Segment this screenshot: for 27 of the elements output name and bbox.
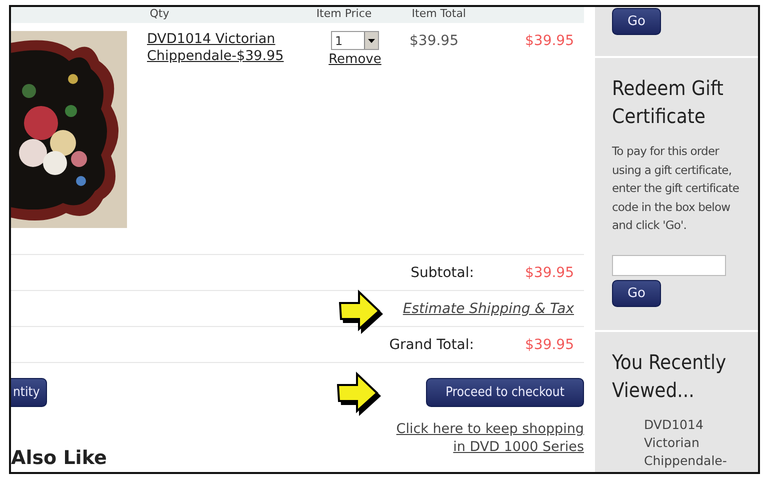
sidebar-heading: Redeem Gift Certificate bbox=[612, 75, 724, 130]
arrow-icon bbox=[338, 288, 385, 334]
gift-instructions: To pay for this order using a gift certificate, enter the gift certificate code in the box below and click 'Go'. bbox=[612, 143, 740, 234]
item-price: $39.95 bbox=[408, 32, 460, 49]
gift-code-field[interactable] bbox=[612, 254, 726, 276]
column-header: Item Price bbox=[315, 7, 373, 22]
total-label: Subtotal: bbox=[410, 264, 475, 280]
checkout-button[interactable]: Proceed to checkout bbox=[426, 378, 584, 407]
quantity-dropdown[interactable]: 1 bbox=[331, 31, 379, 50]
caret-icon bbox=[368, 38, 375, 42]
go-button[interactable]: Go bbox=[612, 8, 661, 35]
estimate-shipping-link[interactable]: Estimate Shipping & Tax bbox=[402, 300, 574, 316]
update-quantity-button[interactable]: ntity bbox=[11, 378, 47, 407]
item-total: $39.95 bbox=[524, 32, 574, 49]
keep-shopping-link[interactable]: Click here to keep shopping in DVD 1000 Series bbox=[394, 420, 584, 456]
total-value: $39.95 bbox=[524, 264, 574, 280]
column-header: Item Total bbox=[410, 7, 466, 22]
recent-item-link[interactable]: DVD1014 Victorian Chippendale- bbox=[644, 416, 748, 470]
total-label: Grand Total: bbox=[389, 336, 475, 352]
total-value: $39.95 bbox=[524, 336, 574, 352]
arrow-icon bbox=[337, 371, 383, 417]
remove-link[interactable]: Remove bbox=[328, 52, 382, 67]
column-header: Qty bbox=[148, 7, 170, 22]
product-link[interactable]: DVD1014 Victorian Chippendale-$39.95 bbox=[147, 31, 299, 65]
section-heading: Also Like bbox=[11, 447, 108, 469]
sidebar-heading: You Recently Viewed... bbox=[612, 349, 728, 404]
go-button[interactable]: Go bbox=[612, 280, 661, 306]
